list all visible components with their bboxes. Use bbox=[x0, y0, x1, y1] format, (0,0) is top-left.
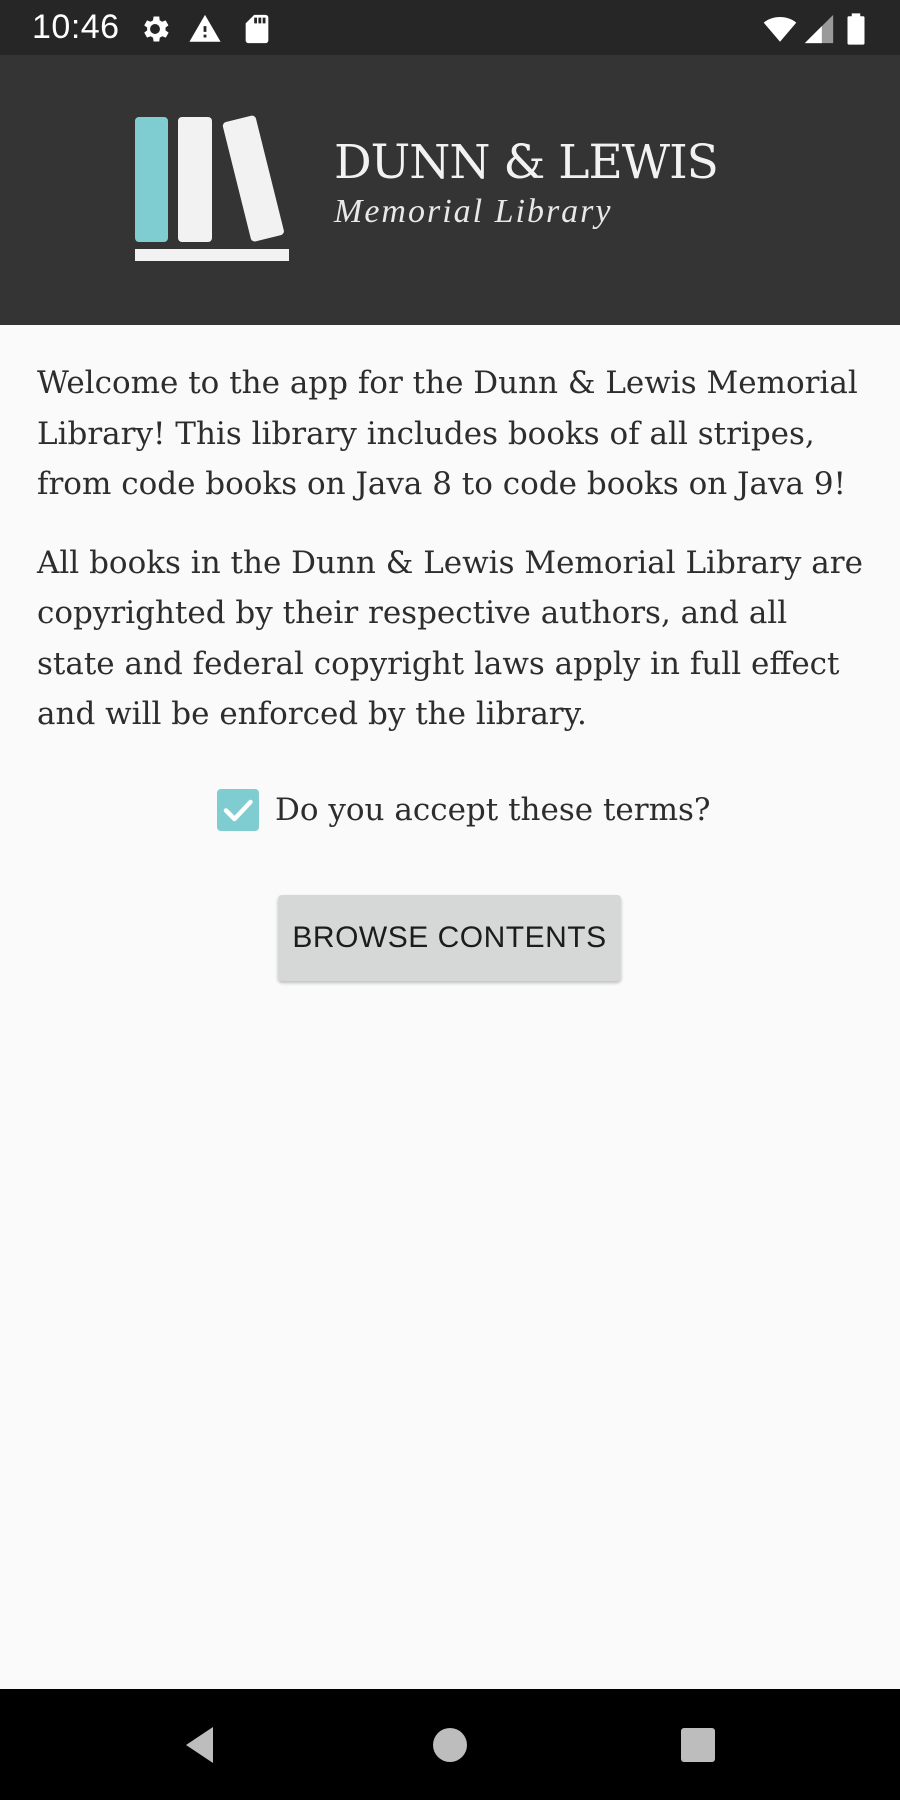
main-content: Welcome to the app for the Dunn & Lewis … bbox=[37, 358, 867, 768]
status-time: 10:46 bbox=[32, 8, 120, 46]
home-icon[interactable] bbox=[422, 1717, 478, 1773]
browse-contents-button[interactable]: BROWSE CONTENTS bbox=[278, 895, 621, 981]
logo-title: DUNN & LEWIS bbox=[334, 135, 719, 190]
battery-icon bbox=[842, 12, 870, 46]
status-bar: 10:46 bbox=[0, 0, 900, 55]
library-logo-icon bbox=[130, 115, 300, 265]
cell-signal-icon bbox=[802, 12, 836, 46]
navigation-bar bbox=[0, 1689, 900, 1800]
gear-icon bbox=[138, 12, 172, 46]
header-banner: DUNN & LEWIS Memorial Library bbox=[0, 55, 900, 325]
recents-icon[interactable] bbox=[670, 1717, 726, 1773]
terms-row: Do you accept these terms? bbox=[0, 785, 900, 835]
logo-subtitle: Memorial Library bbox=[334, 193, 613, 230]
accept-terms-checkbox[interactable] bbox=[217, 789, 259, 831]
checkmark-icon bbox=[223, 799, 253, 822]
accept-terms-label[interactable]: Do you accept these terms? bbox=[275, 785, 711, 835]
warning-icon bbox=[188, 12, 222, 46]
copyright-paragraph: All books in the Dunn & Lewis Memorial L… bbox=[37, 544, 863, 733]
wifi-icon bbox=[762, 12, 798, 46]
sd-card-icon bbox=[240, 12, 274, 46]
welcome-paragraph: Welcome to the app for the Dunn & Lewis … bbox=[37, 365, 858, 502]
back-icon[interactable] bbox=[172, 1717, 228, 1773]
